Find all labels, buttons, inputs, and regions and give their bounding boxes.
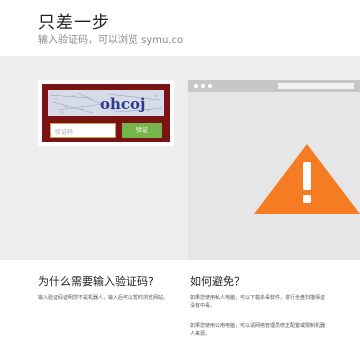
warning-triangle-icon xyxy=(254,144,360,218)
captcha-text: ohcoj xyxy=(100,95,145,113)
captcha-submit-button[interactable]: 验证 xyxy=(122,123,162,138)
browser-url-bar xyxy=(278,83,354,89)
captcha-input[interactable]: 验证码 xyxy=(50,123,116,138)
window-dot-icon xyxy=(208,84,212,88)
captcha-card: ohcoj 验证码 验证 xyxy=(38,80,174,146)
how-text-public: 如果您使用公用电脑，可以请网络管理员修正配置或限制机器人来源。 xyxy=(190,323,326,337)
why-text: 输入验证码证明您不是机器人，输入后可以暂时浏览网站。 xyxy=(38,295,169,301)
how-text-private: 如果您使用私人电脑，可以下载杀毒软件，进行全盘扫描保证没有中毒。 xyxy=(190,295,326,309)
why-title: 为什么需要输入验证码? xyxy=(38,275,154,288)
captcha-image[interactable]: ohcoj xyxy=(48,90,164,116)
captcha-frame: ohcoj 验证码 验证 xyxy=(42,84,170,142)
page-title: 只差一步 xyxy=(38,13,110,33)
page-header: 只差一步 输入验证码，可以浏览 symu.co xyxy=(0,0,360,56)
page-subtitle: 输入验证码，可以浏览 symu.co xyxy=(38,35,184,46)
browser-titlebar xyxy=(188,80,360,92)
how-title: 如何避免？ xyxy=(190,275,245,288)
window-dot-icon xyxy=(201,84,205,88)
window-dot-icon xyxy=(194,84,198,88)
